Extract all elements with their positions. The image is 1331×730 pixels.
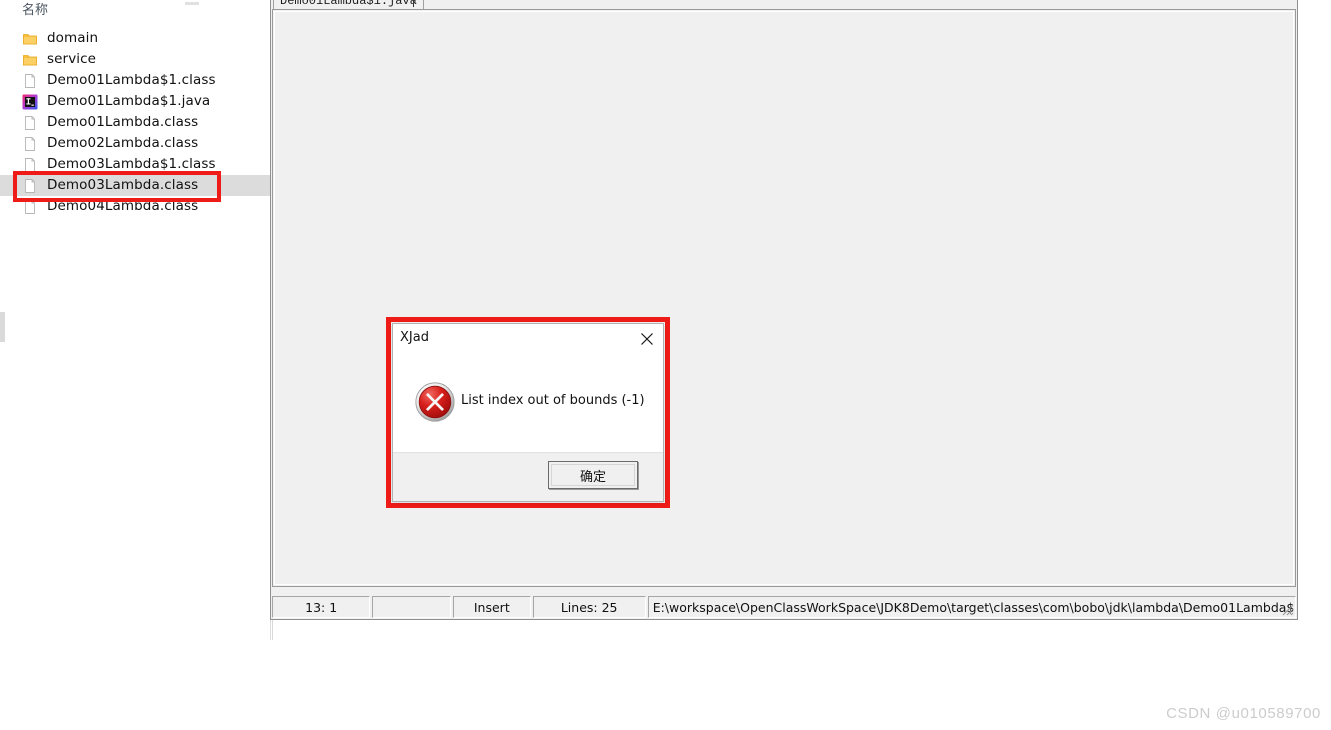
file-list-item[interactable]: Demo03Lambda$1.class	[0, 154, 272, 175]
file-blank-icon	[22, 178, 38, 194]
folder-icon	[22, 31, 38, 47]
file-blank-icon	[25, 73, 35, 88]
close-icon[interactable]	[635, 328, 659, 350]
file-name-label: Demo03Lambda.class	[47, 177, 199, 193]
dialog-footer: 确定	[393, 452, 663, 501]
file-list-item[interactable]: service	[0, 49, 272, 70]
screen-root: 名称 domain service Demo01Lambda$1.class Demo…	[0, 0, 1331, 730]
file-name-label: Demo01Lambda$1.java	[47, 93, 211, 109]
file-name-label: domain	[47, 30, 99, 46]
folder-icon	[22, 52, 38, 68]
file-blank-icon	[22, 73, 38, 89]
file-blank-icon	[25, 157, 35, 172]
file-blank-icon	[22, 157, 38, 173]
editor-tab-strip: Demo01Lambda$1.java	[271, 0, 1297, 9]
column-divider-handle[interactable]	[185, 2, 199, 5]
file-list-item[interactable]: Demo01Lambda.class	[0, 112, 272, 133]
xjad-editor-window: Demo01Lambda$1.java 13: 1 Insert Lines: …	[270, 0, 1298, 620]
status-line-count: Lines: 25	[532, 596, 646, 618]
file-blank-icon	[25, 115, 35, 130]
editor-status-bar: 13: 1 Insert Lines: 25 E:\workspace\Open…	[272, 596, 1297, 618]
csdn-watermark: CSDN @u010589700	[1166, 705, 1321, 722]
explorer-column-header: 名称	[0, 0, 272, 22]
confirm-button-frame[interactable]: 确定	[548, 461, 638, 489]
dialog-message-text: List index out of bounds (-1)	[461, 393, 645, 408]
file-list: domain service Demo01Lambda$1.class Demo01L…	[0, 28, 272, 217]
close-x-glyph	[641, 333, 653, 345]
dialog-title-text: XJad	[400, 330, 429, 345]
xjad-error-dialog: XJad List index out of bounds (-1) 确定	[392, 323, 664, 502]
file-list-item[interactable]: Demo01Lambda$1.class	[0, 70, 272, 91]
status-blank-cell	[372, 596, 451, 618]
file-list-item[interactable]: Demo02Lambda.class	[0, 133, 272, 154]
file-list-item[interactable]: Demo03Lambda.class	[0, 175, 272, 196]
file-name-label: service	[47, 51, 97, 67]
file-name-label: Demo04Lambda.class	[47, 198, 199, 214]
file-name-label: Demo02Lambda.class	[47, 135, 199, 151]
file-name-label: Demo01Lambda.class	[47, 114, 199, 130]
status-file-path: E:\workspace\OpenClassWorkSpace\JDK8Demo…	[647, 596, 1297, 618]
file-blank-icon	[22, 199, 38, 215]
file-list-item[interactable]: domain	[0, 28, 272, 49]
file-blank-icon	[22, 115, 38, 131]
column-header-name[interactable]: 名称	[22, 1, 48, 21]
file-explorer-pane: 名称 domain service Demo01Lambda$1.class Demo…	[0, 0, 273, 640]
dialog-title-bar[interactable]: XJad	[393, 324, 663, 354]
file-name-label: Demo01Lambda$1.class	[47, 72, 216, 88]
file-blank-icon	[25, 178, 35, 193]
intellij-java-icon	[22, 94, 38, 109]
confirm-button[interactable]: 确定	[551, 464, 635, 486]
intellij-java-icon	[22, 94, 38, 110]
editor-tab-caret	[413, 0, 414, 7]
file-name-label: Demo03Lambda$1.class	[47, 156, 216, 172]
file-blank-icon	[25, 199, 35, 214]
editor-tab-demo01lambda[interactable]: Demo01Lambda$1.java	[273, 0, 424, 9]
dialog-content-area: List index out of bounds (-1)	[393, 354, 663, 454]
file-blank-icon	[25, 136, 35, 151]
status-insert-mode: Insert	[452, 596, 531, 618]
file-blank-icon	[22, 136, 38, 152]
status-cursor-position: 13: 1	[272, 596, 371, 618]
folder-icon	[23, 33, 37, 44]
file-list-item[interactable]: Demo01Lambda$1.java	[0, 91, 272, 112]
file-list-item[interactable]: Demo04Lambda.class	[0, 196, 272, 217]
explorer-scrollbar-thumb[interactable]	[0, 312, 5, 342]
error-icon	[415, 382, 455, 422]
folder-icon	[23, 54, 37, 65]
